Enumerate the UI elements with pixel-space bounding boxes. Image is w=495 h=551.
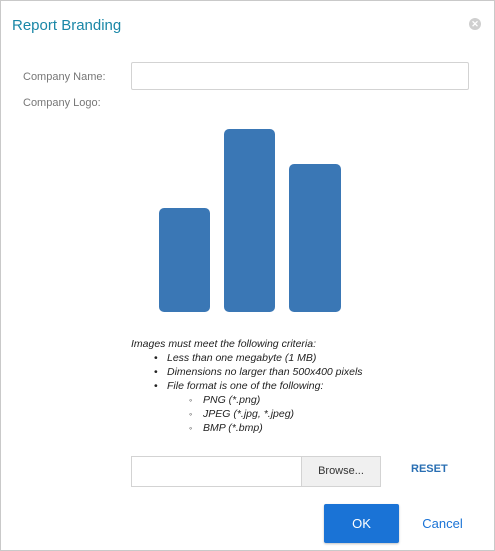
- format-item: PNG (*.png): [131, 393, 363, 407]
- logo-bar-left: [159, 208, 210, 312]
- criteria-item: Dimensions no larger than 500x400 pixels: [131, 365, 363, 379]
- logo-bar-right: [289, 164, 341, 312]
- browse-button[interactable]: Browse...: [301, 457, 380, 486]
- company-name-input[interactable]: [131, 62, 469, 90]
- image-criteria: Images must meet the following criteria:…: [131, 337, 363, 435]
- company-name-label: Company Name:: [23, 71, 106, 83]
- close-icon[interactable]: ✕: [469, 18, 481, 30]
- format-item: JPEG (*.jpg, *.jpeg): [131, 407, 363, 421]
- file-path-input[interactable]: [132, 457, 302, 486]
- criteria-item: File format is one of the following:: [131, 379, 363, 393]
- file-upload-field: Browse...: [131, 456, 381, 487]
- cancel-button[interactable]: Cancel: [406, 504, 479, 543]
- company-logo-label: Company Logo:: [23, 97, 101, 109]
- criteria-intro: Images must meet the following criteria:: [131, 338, 316, 350]
- report-branding-dialog: Report Branding ✕ Company Name: Company …: [0, 0, 495, 551]
- criteria-list: Less than one megabyte (1 MB) Dimensions…: [131, 351, 363, 435]
- company-logo-preview: [159, 129, 341, 312]
- logo-bar-middle: [224, 129, 275, 312]
- ok-button[interactable]: OK: [324, 504, 399, 543]
- dialog-title: Report Branding: [12, 17, 122, 34]
- reset-button[interactable]: RESET: [411, 463, 448, 475]
- bar-chart-icon: [159, 129, 341, 312]
- format-item: BMP (*.bmp): [131, 421, 363, 435]
- criteria-item: Less than one megabyte (1 MB): [131, 351, 363, 365]
